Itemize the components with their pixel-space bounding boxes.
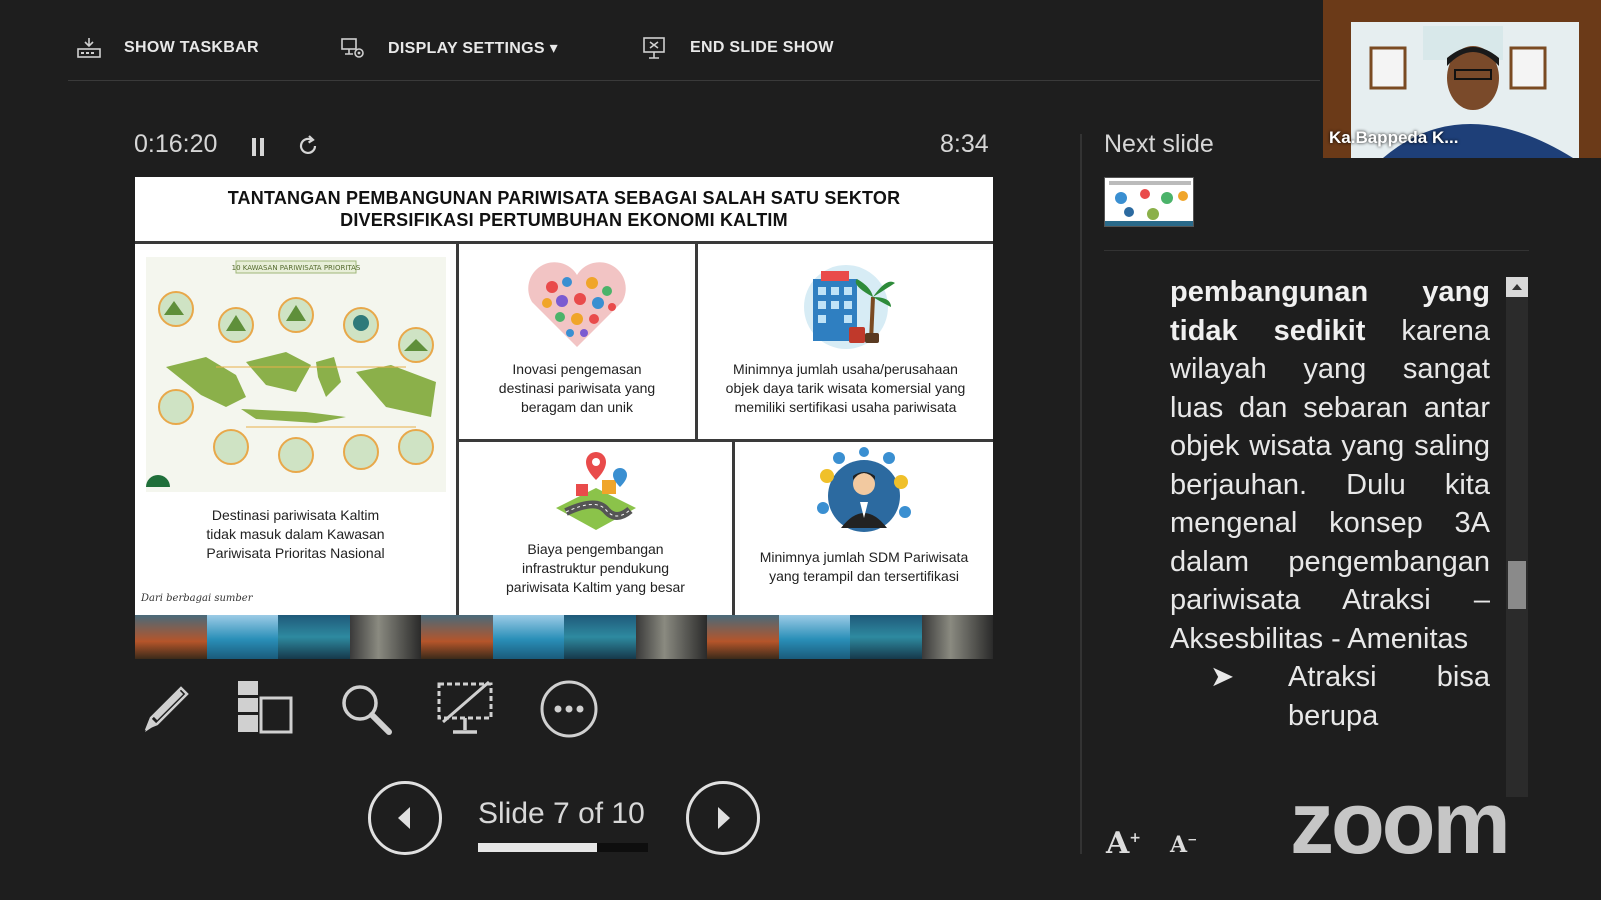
slide-cell-heart: Inovasi pengemasan destinasi pariwisata …	[459, 247, 695, 439]
slide-cell-map: 10 KAWASAN PARIWISATA PRIORITAS Destinas…	[135, 247, 456, 615]
slide-cell-hotel: Minimnya jumlah usaha/perusahaan objek d…	[698, 247, 993, 439]
source-note: Dari berbagai sumber	[141, 593, 253, 604]
arrow-bullet-icon: ➤	[1210, 661, 1235, 693]
presenter-toolbar: SHOW TASKBAR DISPLAY SETTINGS ▾ END SLID…	[0, 0, 1320, 82]
see-all-slides-button[interactable]	[235, 678, 297, 740]
slide-progress-bar	[478, 843, 648, 852]
previous-slide-button[interactable]	[368, 781, 442, 855]
taskbar-icon	[77, 38, 101, 58]
scroll-up-icon	[1512, 284, 1522, 290]
next-slide-label: Next slide	[1104, 130, 1214, 158]
black-screen-button[interactable]	[435, 678, 497, 740]
heart-collage-icon	[528, 262, 626, 347]
current-time: 8:34	[940, 130, 989, 158]
more-options-button[interactable]	[538, 678, 600, 740]
decrease-font-button[interactable]: A−	[1170, 832, 1197, 858]
grid-icon	[238, 681, 293, 734]
cell-sdm-text: Minimnya jumlah SDM Pariwisata yang tera…	[759, 549, 969, 584]
road-map-icon	[555, 452, 636, 530]
pause-icon[interactable]	[250, 137, 266, 157]
cell-map-text: Destinasi pariwisata Kaltim tidak masuk …	[206, 507, 385, 561]
notes-bullet-text: Atraksi bisa berupa	[1288, 661, 1490, 732]
show-taskbar-button[interactable]: SHOW TASKBAR	[76, 34, 259, 62]
indonesia-map-illustration: 10 KAWASAN PARIWISATA PRIORITAS	[145, 257, 446, 492]
toolbar-divider	[68, 80, 1320, 81]
show-taskbar-label: SHOW TASKBAR	[124, 39, 259, 56]
magnifier-icon	[342, 685, 392, 735]
next-slide-button[interactable]	[686, 781, 760, 855]
slide-cell-sdm: Minimnya jumlah SDM Pariwisata yang tera…	[735, 442, 993, 615]
restart-timer-icon[interactable]	[296, 134, 320, 158]
notes-divider	[1104, 250, 1529, 251]
pen-icon	[144, 686, 189, 732]
speaker-notes[interactable]: pembangunan yang tidak sedikit karena wi…	[1170, 273, 1490, 793]
display-settings-label: DISPLAY SETTINGS ▾	[388, 40, 558, 57]
next-slide-preview-image	[1105, 178, 1193, 226]
end-slide-show-button[interactable]: END SLIDE SHOW	[642, 34, 834, 62]
screen-off-icon	[437, 680, 493, 734]
slide-counter: Slide 7 of 10	[478, 797, 645, 830]
cell-hotel-text: Minimnya jumlah usaha/perusahaan objek d…	[725, 361, 966, 415]
zoom-slide-button[interactable]	[335, 678, 397, 740]
panel-divider	[1080, 134, 1082, 854]
increase-font-button[interactable]: A+	[1106, 826, 1141, 861]
current-slide[interactable]: TANTANGAN PEMBANGUNAN PARIWISATA SEBAGAI…	[135, 177, 993, 659]
zoom-watermark: zoom	[1290, 773, 1511, 872]
slide-title-line1: TANTANGAN PEMBANGUNAN PARIWISATA SEBAGAI…	[227, 188, 901, 208]
display-settings-button[interactable]: DISPLAY SETTINGS ▾	[340, 34, 558, 62]
slide-cell-road: Biaya pengembangan infrastruktur penduku…	[459, 442, 732, 615]
pen-tool-button[interactable]	[135, 678, 197, 740]
photo-strip	[135, 615, 993, 659]
cell-road-text: Biaya pengembangan infrastruktur penduku…	[506, 541, 685, 595]
map-caption: 10 KAWASAN PARIWISATA PRIORITAS	[231, 264, 360, 272]
chevron-right-icon	[718, 807, 730, 829]
chevron-left-icon	[398, 807, 410, 829]
notes-scroll-thumb[interactable]	[1508, 561, 1526, 609]
end-slide-show-label: END SLIDE SHOW	[690, 39, 834, 56]
cell-heart-text: Inovasi pengemasan destinasi pariwisata …	[498, 361, 656, 415]
more-icon	[540, 680, 598, 738]
next-slide-thumbnail[interactable]	[1104, 177, 1194, 227]
notes-body-text: karena wilayah yang sangat luas dan seba…	[1170, 314, 1490, 655]
scroll-up-arrow[interactable]	[1506, 277, 1528, 297]
hotel-icon	[803, 265, 895, 349]
notes-bullet: ➤ Atraksi bisa berupa	[1170, 658, 1490, 735]
participant-name: Ka.Bappeda K...	[1329, 128, 1459, 147]
professional-icon	[817, 447, 911, 532]
slide-title: TANTANGAN PEMBANGUNAN PARIWISATA SEBAGAI…	[135, 177, 993, 244]
slide-title-line2: DIVERSIFIKASI PERTUMBUHAN EKONOMI KALTIM	[340, 210, 788, 230]
participant-video[interactable]: Ka.Bappeda K...	[1323, 0, 1601, 158]
end-show-icon	[643, 37, 665, 59]
elapsed-timer: 0:16:20	[134, 130, 218, 158]
notes-scrollbar[interactable]	[1506, 277, 1528, 797]
slide-progress-fill	[478, 843, 597, 852]
display-settings-icon	[341, 38, 364, 58]
